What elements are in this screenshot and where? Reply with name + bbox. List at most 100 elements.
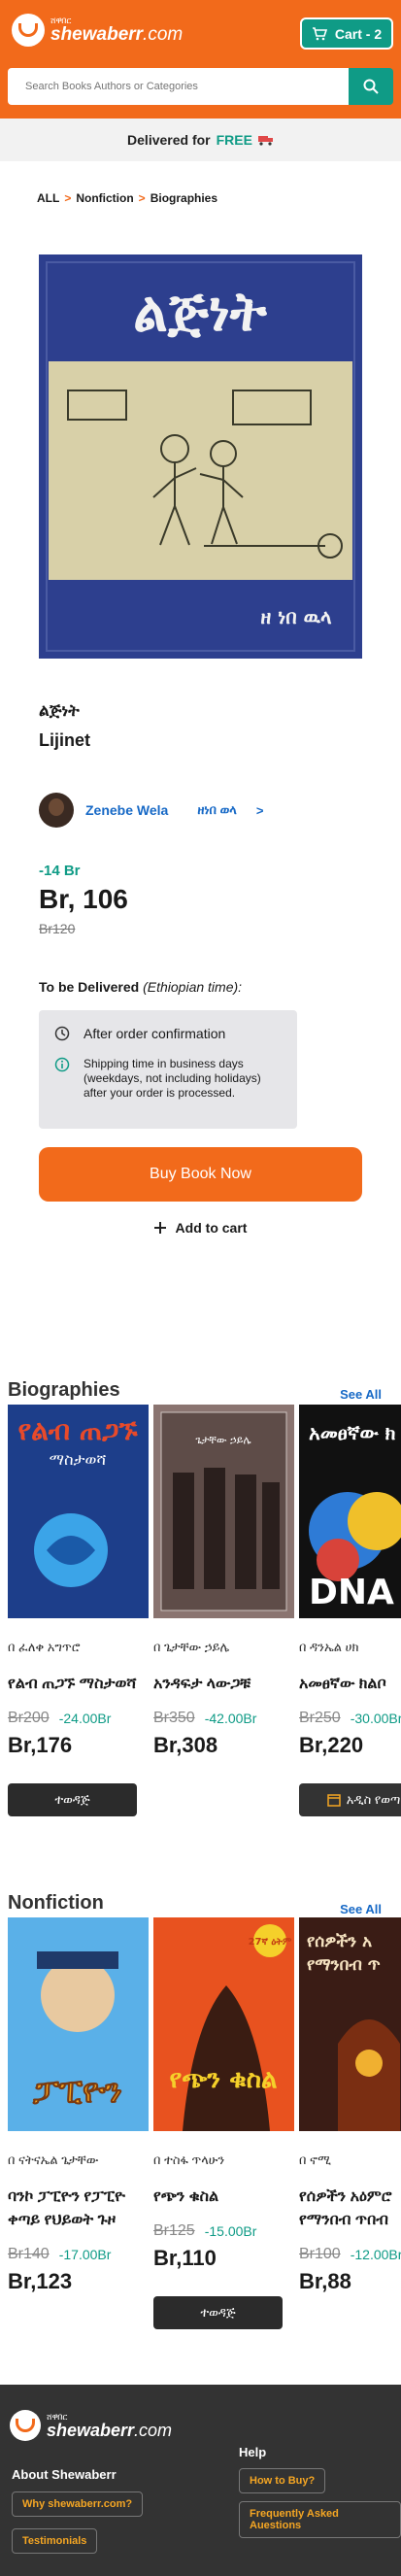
cart-label: Cart - 2: [334, 25, 383, 42]
book-card-old-price: Br140: [8, 2246, 50, 2262]
book-card-discount: -12.00Br: [350, 2247, 401, 2262]
author-row[interactable]: Zenebe Wela ዘነበ ወላ >: [39, 793, 263, 828]
book-card-cover[interactable]: የልብ ጠጋኙ ማስታወሻ: [8, 1405, 149, 1618]
product-title-amharic: ልጅነት: [39, 701, 80, 720]
delivery-info-box: After order confirmation Shipping time i…: [39, 1010, 297, 1129]
book-card-old-price: Br200: [8, 1710, 50, 1726]
book-card-cover[interactable]: 27ኛ ዕትም የጭን ቁስል: [153, 1917, 294, 2131]
book-card-discount: -15.00Br: [204, 2223, 257, 2239]
cart-button[interactable]: Cart - 2: [300, 17, 393, 50]
breadcrumb-biographies[interactable]: Biographies: [150, 191, 217, 205]
popular-badge[interactable]: ተወዳጅ: [153, 2296, 283, 2329]
buy-now-button[interactable]: Buy Book Now: [39, 1147, 362, 1202]
delivery-free-text: FREE: [216, 132, 252, 148]
book-card[interactable]: አመፀኛው ክ DNA በ ዳንኤል ሀክ አመፀኛው ክልቦ Br250 -30…: [299, 1405, 401, 1816]
book-card-title[interactable]: የጭን ቁስል: [153, 2186, 294, 2209]
breadcrumb-separator: >: [64, 191, 72, 205]
book-card-author: በ ኖሚ: [299, 2152, 332, 2167]
book-card[interactable]: የልብ ጠጋኙ ማስታወሻ በ ፈለቀ አግጥሮ የልብ ጠጋኙ ማስታወሻ Br…: [8, 1405, 149, 1816]
book-card-cover[interactable]: ፓፒዮን: [8, 1917, 149, 2131]
breadcrumb-all[interactable]: ALL: [37, 191, 59, 205]
cover-title-text: ልጅነት: [133, 281, 268, 344]
new-release-label: አዲስ የወጣ: [346, 1792, 401, 1807]
breadcrumb-nonfiction[interactable]: Nonfiction: [76, 191, 133, 205]
delivery-secondary-text: Shipping time in business days (weekdays…: [84, 1057, 261, 1100]
book-card-cover-subtitle: የማንበብ ጥ: [307, 1955, 381, 1975]
book-card-cover-subtitle: DNA: [309, 1573, 394, 1612]
book-card-cover-title: የልብ ጠጋኙ: [17, 1414, 138, 1446]
book-card-price: Br,308: [153, 1733, 218, 1757]
discount-amount: -14 Br: [39, 863, 81, 879]
biographies-see-all-link[interactable]: See All: [340, 1387, 382, 1402]
clock-icon: [54, 1026, 70, 1041]
info-icon: [54, 1057, 70, 1072]
book-card-discount: -42.00Br: [204, 1711, 257, 1726]
book-card-cover-title: አመፀኛው ክ: [309, 1421, 396, 1444]
footer-logo-domain-text: .com: [134, 2420, 173, 2440]
biographies-section-title: Biographies: [8, 1379, 120, 1401]
book-card-discount: -30.00Br: [350, 1711, 401, 1726]
book-card-title[interactable]: የልብ ጠጋኙ ማስታወሻ: [8, 1673, 149, 1696]
book-card-cover[interactable]: የሰዎችን አ የማንበብ ጥ: [299, 1917, 401, 2131]
popular-badge[interactable]: ተወዳጅ: [8, 1783, 137, 1816]
product-title-english: Lijinet: [39, 730, 90, 750]
author-avatar: [39, 793, 74, 828]
logo-domain-text: .com: [143, 24, 184, 45]
book-card-cover-subtitle: ማስታወሻ: [50, 1450, 107, 1469]
book-card-author: በ ፈለቀ አግጥሮ: [8, 1640, 81, 1654]
book-card-cover[interactable]: አመፀኛው ክ DNA: [299, 1405, 401, 1618]
book-card-title-line2: ቀጣይ የህይወት ጉዞ: [8, 2212, 117, 2228]
truck-icon: [257, 136, 273, 146]
book-card-cover-title: የጭን ቁስል: [170, 2065, 278, 2094]
delivery-heading: To be Delivered (Ethiopian time):: [39, 979, 242, 995]
book-card[interactable]: 27ኛ ዕትም የጭን ቁስል በ ተስፋ ጥላሁን የጭን ቁስል Br125 …: [153, 1917, 294, 2329]
cover-author-text: ዘ ነበ ዉላ: [260, 605, 332, 628]
why-shewaberr-link[interactable]: Why shewaberr.com?: [12, 2491, 144, 2517]
book-card-price: Br,110: [153, 2246, 217, 2270]
delivery-heading-note: (Ethiopian time):: [143, 979, 243, 995]
site-logo[interactable]: ሸዋበር shewaberr.com: [12, 14, 183, 47]
book-card-title[interactable]: የሰዎችን አዕምሮ የማንበብ ጥበብ: [299, 2186, 401, 2232]
book-card-cover-badge: 27ኛ ዕትም: [249, 1937, 292, 1948]
book-card-discount: -24.00Br: [58, 1711, 112, 1726]
book-card[interactable]: የሰዎችን አ የማንበብ ጥ በ ኖሚ የሰዎችን አዕምሮ የማንበብ ጥበብ…: [299, 1917, 401, 2294]
book-card-discount: -17.00Br: [58, 2247, 112, 2262]
search-icon: [363, 79, 379, 94]
book-card-old-price: Br350: [153, 1710, 195, 1726]
book-card-title-line1: ባንኮ ፓፒዮን የፓፒዮ: [8, 2188, 125, 2205]
calendar-icon: [327, 1794, 341, 1807]
add-to-cart-button[interactable]: Add to cart: [0, 1220, 401, 1236]
book-card[interactable]: ፓፒዮን በ ናትናኤል ጌታቸው ባንኮ ፓፒዮን የፓፒዮ ቀጣይ የህይወ…: [8, 1917, 149, 2294]
book-card-old-price: Br100: [299, 2246, 341, 2262]
footer-logo[interactable]: ሸዋበር shewaberr.com: [10, 2410, 172, 2441]
search-button[interactable]: [349, 68, 393, 105]
how-to-buy-link[interactable]: How to Buy?: [239, 2468, 326, 2493]
original-price: Br120: [39, 921, 76, 936]
author-name[interactable]: Zenebe Wela: [85, 802, 168, 818]
breadcrumb-separator: >: [138, 191, 146, 205]
book-card-author: በ ናትናኤል ጌታቸው: [8, 2152, 99, 2167]
chevron-right-icon[interactable]: >: [256, 803, 264, 818]
book-card-title[interactable]: አንዳፍታ ላውጋቹ: [153, 1673, 294, 1696]
book-card-title[interactable]: ባንኮ ፓፒዮን የፓፒዮ ቀጣይ የህይወት ጉዞ: [8, 2186, 149, 2232]
delivery-heading-label: To be Delivered: [39, 979, 140, 995]
nonfiction-see-all-link[interactable]: See All: [340, 1902, 382, 1916]
nonfiction-section-title: Nonfiction: [8, 1892, 104, 1914]
book-card-price: Br,176: [8, 1733, 73, 1757]
search-input[interactable]: [8, 68, 349, 105]
site-footer: ሸዋበር shewaberr.com About Shewaberr Help …: [0, 2385, 401, 2576]
logo-brand-text: shewaberr: [50, 24, 144, 45]
delivery-text: Delivered for: [127, 132, 211, 148]
author-name-amharic[interactable]: ዘነበ ወላ: [197, 802, 237, 818]
book-card[interactable]: ጌታቸው ኃይሌ በ ጌታቸው ኃይሌ አንዳፍታ ላውጋቹ Br350 -42…: [153, 1405, 294, 1758]
testimonials-link[interactable]: Testimonials: [12, 2528, 98, 2554]
book-card-author: በ ተስፋ ጥላሁን: [153, 2152, 225, 2167]
book-card-author: በ ዳንኤል ሀክ: [299, 1640, 359, 1654]
delivery-primary-text: After order confirmation: [84, 1026, 226, 1041]
book-card-cover[interactable]: ጌታቸው ኃይሌ: [153, 1405, 294, 1618]
faq-link[interactable]: Frequently Asked Auestions: [239, 2501, 401, 2538]
new-release-badge[interactable]: አዲስ የወጣ: [299, 1783, 401, 1816]
book-card-title-line1: የሰዎችን አዕምሮ: [299, 2188, 392, 2205]
book-card-author: በ ጌታቸው ኃይሌ: [153, 1640, 230, 1654]
book-card-title[interactable]: አመፀኛው ክልቦ: [299, 1673, 401, 1696]
